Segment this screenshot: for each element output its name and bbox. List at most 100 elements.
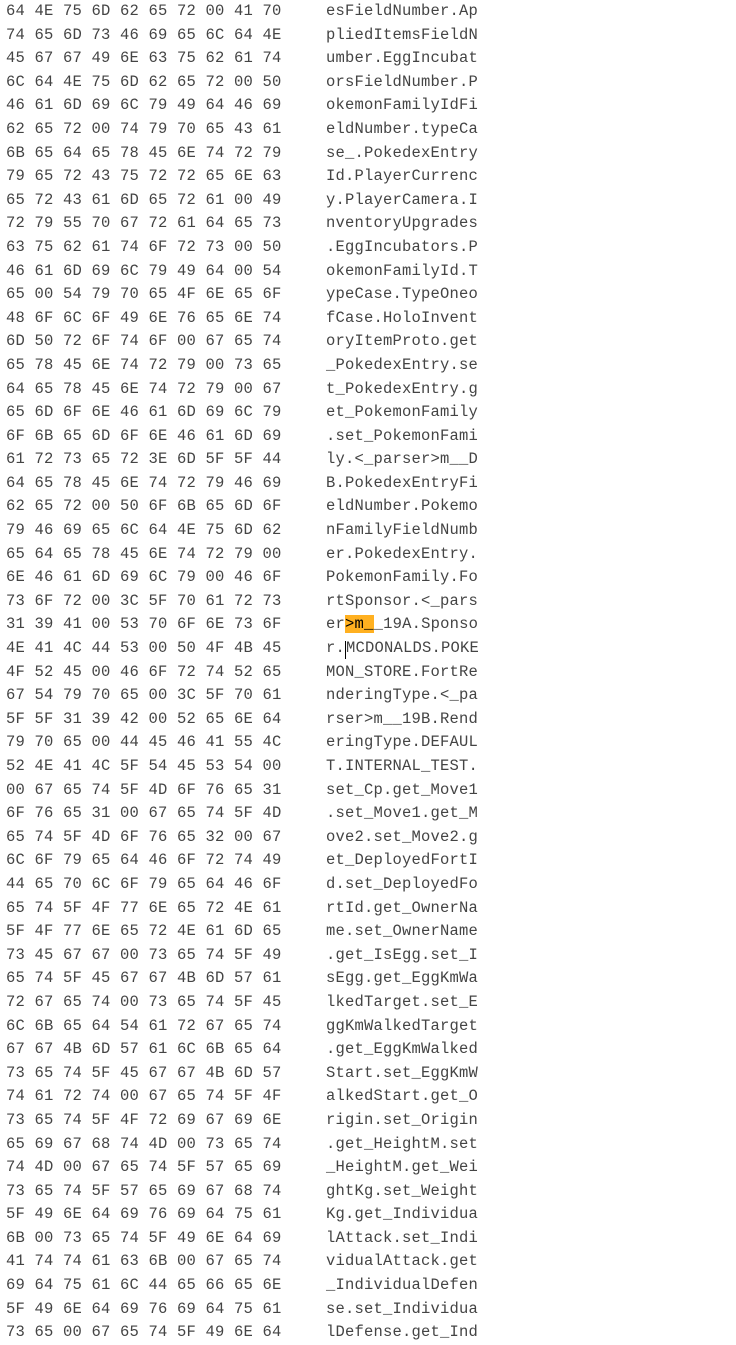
hex-bytes[interactable]: 5F 4F 77 6E 65 72 4E 61 6D 65	[0, 920, 326, 944]
hex-row[interactable]: 48 6F 6C 6F 49 6E 76 65 6E 74fCase.HoloI…	[0, 307, 736, 331]
hex-row[interactable]: 65 74 5F 4F 77 6E 65 72 4E 61rtId.get_Ow…	[0, 897, 736, 921]
hex-bytes[interactable]: 6F 76 65 31 00 67 65 74 5F 4D	[0, 802, 326, 826]
hex-bytes[interactable]: 5F 49 6E 64 69 76 69 64 75 61	[0, 1203, 326, 1227]
hex-row[interactable]: 00 67 65 74 5F 4D 6F 76 65 31set_Cp.get_…	[0, 779, 736, 803]
hex-bytes[interactable]: 73 65 74 5F 45 67 67 4B 6D 57	[0, 1062, 326, 1086]
hex-row[interactable]: 73 65 00 67 65 74 5F 49 6E 64lDefense.ge…	[0, 1321, 736, 1345]
hex-bytes[interactable]: 64 65 78 45 6E 74 72 79 00 67	[0, 378, 326, 402]
hex-bytes[interactable]: 65 74 5F 4F 77 6E 65 72 4E 61	[0, 897, 326, 921]
hex-row[interactable]: 73 65 74 5F 4F 72 69 67 69 6Erigin.set_O…	[0, 1109, 736, 1133]
ascii-text[interactable]: T.INTERNAL_TEST.	[326, 755, 478, 779]
hex-row[interactable]: 6C 6F 79 65 64 46 6F 72 74 49et_Deployed…	[0, 849, 736, 873]
hex-viewer[interactable]: 64 4E 75 6D 62 65 72 00 41 70esFieldNumb…	[0, 0, 736, 1345]
hex-bytes[interactable]: 41 74 74 61 63 6B 00 67 65 74	[0, 1250, 326, 1274]
ascii-text[interactable]: et_PokemonFamily	[326, 401, 478, 425]
hex-row[interactable]: 73 45 67 67 00 73 65 74 5F 49.get_IsEgg.…	[0, 944, 736, 968]
hex-row[interactable]: 74 65 6D 73 46 69 65 6C 64 4EpliedItemsF…	[0, 24, 736, 48]
ascii-text[interactable]: .set_Move1.get_M	[326, 802, 478, 826]
hex-row[interactable]: 5F 5F 31 39 42 00 52 65 6E 64rser>m__19B…	[0, 708, 736, 732]
hex-bytes[interactable]: 00 67 65 74 5F 4D 6F 76 65 31	[0, 779, 326, 803]
ascii-text[interactable]: ly.<_parser>m__D	[326, 448, 478, 472]
hex-row[interactable]: 73 6F 72 00 3C 5F 70 61 72 73rtSponsor.<…	[0, 590, 736, 614]
hex-bytes[interactable]: 65 00 54 79 70 65 4F 6E 65 6F	[0, 283, 326, 307]
hex-row[interactable]: 65 6D 6F 6E 46 61 6D 69 6C 79et_PokemonF…	[0, 401, 736, 425]
ascii-text[interactable]: ghtKg.set_Weight	[326, 1180, 478, 1204]
hex-row[interactable]: 64 65 78 45 6E 74 72 79 00 67t_PokedexEn…	[0, 378, 736, 402]
hex-row[interactable]: 5F 49 6E 64 69 76 69 64 75 61se.set_Indi…	[0, 1298, 736, 1322]
hex-row[interactable]: 4F 52 45 00 46 6F 72 74 52 65MON_STORE.F…	[0, 661, 736, 685]
ascii-text[interactable]: rtId.get_OwnerNa	[326, 897, 478, 921]
hex-bytes[interactable]: 79 70 65 00 44 45 46 41 55 4C	[0, 731, 326, 755]
ascii-text[interactable]: lAttack.set_Indi	[326, 1227, 478, 1251]
ascii-text[interactable]: sEgg.get_EggKmWa	[326, 967, 478, 991]
hex-bytes[interactable]: 73 65 74 5F 4F 72 69 67 69 6E	[0, 1109, 326, 1133]
hex-row[interactable]: 6C 6B 65 64 54 61 72 67 65 74ggKmWalkedT…	[0, 1015, 736, 1039]
ascii-text[interactable]: umber.EggIncubat	[326, 47, 478, 71]
hex-bytes[interactable]: 72 79 55 70 67 72 61 64 65 73	[0, 212, 326, 236]
hex-bytes[interactable]: 46 61 6D 69 6C 79 49 64 46 69	[0, 94, 326, 118]
ascii-text[interactable]: nFamilyFieldNumb	[326, 519, 478, 543]
hex-bytes[interactable]: 5F 49 6E 64 69 76 69 64 75 61	[0, 1298, 326, 1322]
hex-row[interactable]: 79 65 72 43 75 72 72 65 6E 63Id.PlayerCu…	[0, 165, 736, 189]
hex-row[interactable]: 6F 6B 65 6D 6F 6E 46 61 6D 69.set_Pokemo…	[0, 425, 736, 449]
hex-bytes[interactable]: 4E 41 4C 44 53 00 50 4F 4B 45	[0, 637, 326, 661]
hex-bytes[interactable]: 69 64 75 61 6C 44 65 66 65 6E	[0, 1274, 326, 1298]
hex-row[interactable]: 74 61 72 74 00 67 65 74 5F 4FalkedStart.…	[0, 1085, 736, 1109]
hex-row[interactable]: 5F 4F 77 6E 65 72 4E 61 6D 65me.set_Owne…	[0, 920, 736, 944]
hex-row[interactable]: 65 78 45 6E 74 72 79 00 73 65_PokedexEnt…	[0, 354, 736, 378]
hex-bytes[interactable]: 52 4E 41 4C 5F 54 45 53 54 00	[0, 755, 326, 779]
ascii-text[interactable]: rser>m__19B.Rend	[326, 708, 478, 732]
hex-bytes[interactable]: 65 74 5F 4D 6F 76 65 32 00 67	[0, 826, 326, 850]
hex-bytes[interactable]: 73 65 74 5F 57 65 69 67 68 74	[0, 1180, 326, 1204]
hex-row[interactable]: 65 72 43 61 6D 65 72 61 00 49y.PlayerCam…	[0, 189, 736, 213]
hex-bytes[interactable]: 65 78 45 6E 74 72 79 00 73 65	[0, 354, 326, 378]
ascii-text[interactable]: PokemonFamily.Fo	[326, 566, 478, 590]
hex-row[interactable]: 6E 46 61 6D 69 6C 79 00 46 6FPokemonFami…	[0, 566, 736, 590]
hex-bytes[interactable]: 6B 65 64 65 78 45 6E 74 72 79	[0, 142, 326, 166]
hex-row[interactable]: 45 67 67 49 6E 63 75 62 61 74umber.EggIn…	[0, 47, 736, 71]
hex-row[interactable]: 41 74 74 61 63 6B 00 67 65 74vidualAttac…	[0, 1250, 736, 1274]
hex-row[interactable]: 63 75 62 61 74 6F 72 73 00 50.EggIncubat…	[0, 236, 736, 260]
ascii-text[interactable]: .get_EggKmWalked	[326, 1038, 478, 1062]
ascii-text[interactable]: alkedStart.get_O	[326, 1085, 478, 1109]
hex-row[interactable]: 6B 65 64 65 78 45 6E 74 72 79se_.Pokedex…	[0, 142, 736, 166]
hex-row[interactable]: 72 79 55 70 67 72 61 64 65 73nventoryUpg…	[0, 212, 736, 236]
ascii-text[interactable]: r.MCDONALDS.POKE	[326, 637, 479, 661]
ascii-text[interactable]: B.PokedexEntryFi	[326, 472, 478, 496]
ascii-text[interactable]: _HeightM.get_Wei	[326, 1156, 478, 1180]
ascii-text[interactable]: me.set_OwnerName	[326, 920, 478, 944]
ascii-text[interactable]: d.set_DeployedFo	[326, 873, 478, 897]
ascii-text[interactable]: t_PokedexEntry.g	[326, 378, 478, 402]
hex-row[interactable]: 65 64 65 78 45 6E 74 72 79 00er.PokedexE…	[0, 543, 736, 567]
hex-bytes[interactable]: 6C 64 4E 75 6D 62 65 72 00 50	[0, 71, 326, 95]
hex-bytes[interactable]: 74 61 72 74 00 67 65 74 5F 4F	[0, 1085, 326, 1109]
hex-bytes[interactable]: 67 54 79 70 65 00 3C 5F 70 61	[0, 684, 326, 708]
ascii-text[interactable]: lkedTarget.set_E	[326, 991, 478, 1015]
ascii-text[interactable]: eringType.DEFAUL	[326, 731, 478, 755]
hex-bytes[interactable]: 64 4E 75 6D 62 65 72 00 41 70	[0, 0, 326, 24]
hex-bytes[interactable]: 6F 6B 65 6D 6F 6E 46 61 6D 69	[0, 425, 326, 449]
ascii-text[interactable]: er>m__19A.Sponso	[326, 613, 478, 637]
hex-row[interactable]: 6C 64 4E 75 6D 62 65 72 00 50orsFieldNum…	[0, 71, 736, 95]
hex-row[interactable]: 65 74 5F 4D 6F 76 65 32 00 67ove2.set_Mo…	[0, 826, 736, 850]
hex-row[interactable]: 74 4D 00 67 65 74 5F 57 65 69_HeightM.ge…	[0, 1156, 736, 1180]
hex-bytes[interactable]: 6C 6F 79 65 64 46 6F 72 74 49	[0, 849, 326, 873]
ascii-text[interactable]: nderingType.<_pa	[326, 684, 478, 708]
hex-bytes[interactable]: 6C 6B 65 64 54 61 72 67 65 74	[0, 1015, 326, 1039]
hex-bytes[interactable]: 5F 5F 31 39 42 00 52 65 6E 64	[0, 708, 326, 732]
ascii-text[interactable]: oryItemProto.get	[326, 330, 478, 354]
hex-bytes[interactable]: 45 67 67 49 6E 63 75 62 61 74	[0, 47, 326, 71]
hex-row[interactable]: 4E 41 4C 44 53 00 50 4F 4B 45r.MCDONALDS…	[0, 637, 736, 661]
hex-row[interactable]: 79 70 65 00 44 45 46 41 55 4CeringType.D…	[0, 731, 736, 755]
hex-row[interactable]: 67 67 4B 6D 57 61 6C 6B 65 64.get_EggKmW…	[0, 1038, 736, 1062]
ascii-text[interactable]: se_.PokedexEntry	[326, 142, 478, 166]
hex-bytes[interactable]: 65 72 43 61 6D 65 72 61 00 49	[0, 189, 326, 213]
hex-bytes[interactable]: 6E 46 61 6D 69 6C 79 00 46 6F	[0, 566, 326, 590]
ascii-text[interactable]: set_Cp.get_Move1	[326, 779, 478, 803]
ascii-text[interactable]: .get_HeightM.set	[326, 1133, 478, 1157]
hex-bytes[interactable]: 65 74 5F 45 67 67 4B 6D 57 61	[0, 967, 326, 991]
ascii-text[interactable]: okemonFamilyId.T	[326, 260, 478, 284]
hex-row[interactable]: 72 67 65 74 00 73 65 74 5F 45lkedTarget.…	[0, 991, 736, 1015]
ascii-text[interactable]: .set_PokemonFami	[326, 425, 478, 449]
ascii-text[interactable]: Id.PlayerCurrenc	[326, 165, 478, 189]
